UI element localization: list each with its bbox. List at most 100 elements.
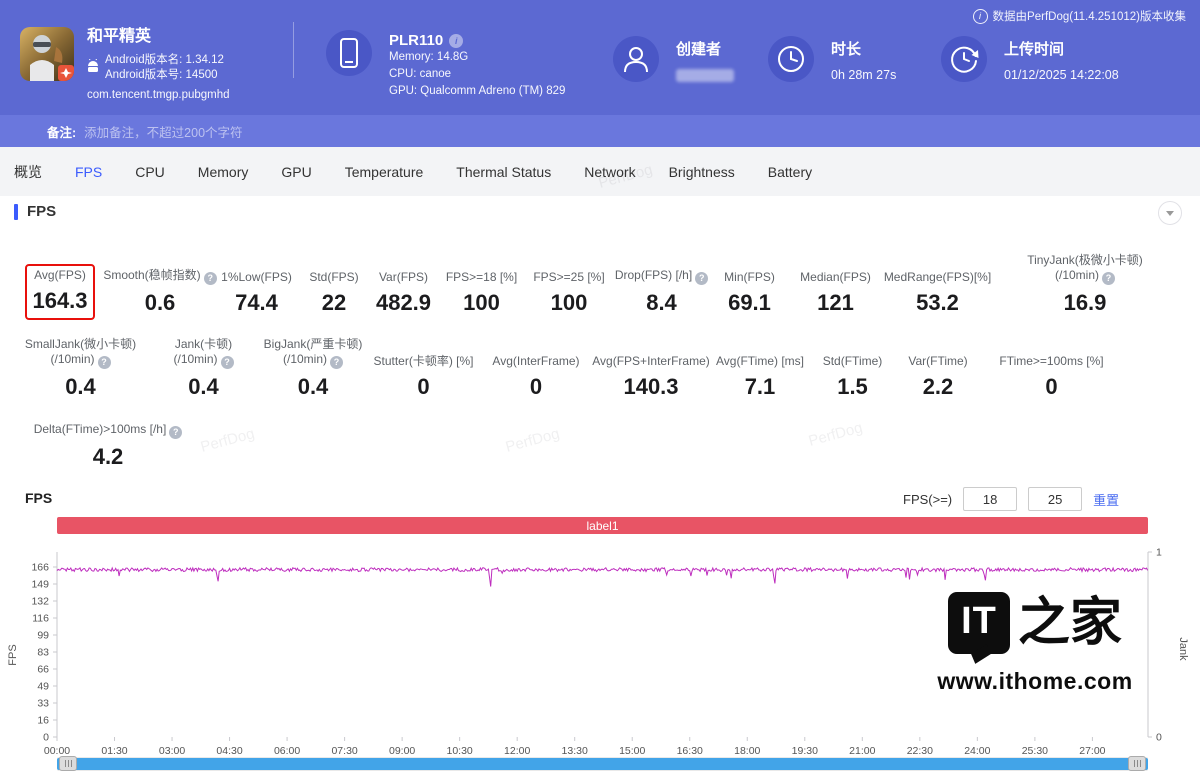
svg-text:16: 16 <box>37 715 49 727</box>
creator-label: 创建者 <box>676 38 721 59</box>
perfdog-watermark: PerfDog <box>807 419 865 450</box>
help-icon[interactable]: ? <box>695 272 708 285</box>
grip-icon <box>1134 760 1141 767</box>
device-info-icon[interactable]: i <box>449 34 463 48</box>
stat-value: 1.5 <box>837 372 868 402</box>
stat-label: Drop(FPS) [/h]? <box>615 268 708 285</box>
svg-text:24:00: 24:00 <box>964 745 990 757</box>
stat-label: Avg(FTime) [ms] <box>716 354 804 369</box>
fps-filter: FPS(>=) 重置 <box>903 487 1119 511</box>
device-model: PLR110 <box>389 32 443 49</box>
scrollbar-right-handle[interactable] <box>1128 756 1146 771</box>
tab-gpu[interactable]: GPU <box>281 164 311 180</box>
fps-threshold-input-1[interactable] <box>963 487 1017 511</box>
help-icon[interactable]: ? <box>330 356 343 369</box>
svg-text:18:00: 18:00 <box>734 745 760 757</box>
upload-time-label: 上传时间 <box>1004 38 1064 59</box>
svg-text:1: 1 <box>1156 547 1162 559</box>
duration-label: 时长 <box>831 38 861 59</box>
tab-thermal-status[interactable]: Thermal Status <box>456 164 551 180</box>
stat-value: 482.9 <box>376 288 431 318</box>
stat-label: Stutter(卡顿率) [%] <box>373 354 473 369</box>
device-memory: Memory: 14.8G <box>389 49 565 66</box>
user-icon <box>613 36 659 82</box>
fps-filter-label: FPS(>=) <box>903 492 952 507</box>
stat-label: SmallJank(微小卡顿) <box>25 337 136 352</box>
stat-value: 8.4 <box>646 288 677 318</box>
help-icon[interactable]: ? <box>221 356 234 369</box>
stat-label: (/10min)? <box>173 352 233 369</box>
svg-text:FPS: FPS <box>7 644 19 665</box>
stat-fps>=18-%-: FPS>=18 [%]100 <box>440 268 523 320</box>
help-icon[interactable]: ? <box>1102 272 1115 285</box>
stat-label: (/10min)? <box>1027 268 1143 285</box>
svg-text:04:30: 04:30 <box>216 745 242 757</box>
stat-label: Avg(FPS+InterFrame) <box>592 354 709 369</box>
ithome-logo-cn: 之家 <box>1018 597 1122 649</box>
stat-avg-interframe-: Avg(InterFrame) 0 <box>479 352 593 404</box>
svg-text:13:30: 13:30 <box>562 745 588 757</box>
stat-value: 0.4 <box>298 372 329 402</box>
stat-value: 0 <box>530 372 542 402</box>
stat-medrange-fps-%-: MedRange(FPS)[%]53.2 <box>880 268 995 320</box>
stat-label: Delta(FTime)>100ms [/h]? <box>34 422 183 439</box>
collapse-section-button[interactable] <box>1158 201 1182 225</box>
fps-threshold-input-2[interactable] <box>1028 487 1082 511</box>
svg-text:116: 116 <box>32 613 49 625</box>
stat-bigjank-: BigJank(严重卡顿)(/10min)? 0.4 <box>258 335 368 404</box>
collect-info: i 数据由PerfDog(11.4.251012)版本收集 <box>973 8 1186 24</box>
stat-label: FPS>=25 [%] <box>533 270 604 285</box>
svg-text:166: 166 <box>31 562 49 574</box>
stat-label: Min(FPS) <box>724 270 775 285</box>
section-header: FPS <box>14 203 56 220</box>
svg-text:0: 0 <box>1156 732 1162 744</box>
help-icon[interactable]: ? <box>169 426 182 439</box>
history-icon <box>941 36 987 82</box>
device-block: PLR110 i Memory: 14.8G CPU: canoe GPU: Q… <box>326 30 565 100</box>
tab-memory[interactable]: Memory <box>198 164 249 180</box>
svg-text:15:00: 15:00 <box>619 745 645 757</box>
perfdog-report-page: i 数据由PerfDog(11.4.251012)版本收集 和平精英 <box>0 0 1200 774</box>
duration-block: 时长 0h 28m 27s <box>768 36 896 82</box>
svg-text:16:30: 16:30 <box>677 745 703 757</box>
tab-battery[interactable]: Battery <box>768 164 812 180</box>
help-icon[interactable]: ? <box>98 356 111 369</box>
scrollbar-left-handle[interactable] <box>59 756 77 771</box>
svg-text:Jank: Jank <box>1177 637 1189 661</box>
stat-tinyjank-: TinyJank(极微小卡顿)(/10min)?16.9 <box>995 251 1175 320</box>
tab-概览[interactable]: 概览 <box>14 162 42 182</box>
tab-network[interactable]: Network <box>584 164 635 180</box>
tab-temperature[interactable]: Temperature <box>345 164 424 180</box>
stat-value: 100 <box>463 288 500 318</box>
stat-label: (/10min)? <box>264 352 363 369</box>
tab-brightness[interactable]: Brightness <box>669 164 735 180</box>
stat-label: Var(FPS) <box>379 270 428 285</box>
grip-icon <box>65 760 72 767</box>
tab-fps[interactable]: FPS <box>75 164 102 180</box>
scrollbar-track[interactable] <box>57 758 1148 770</box>
section-accent-bar <box>14 204 18 220</box>
svg-text:19:30: 19:30 <box>792 745 818 757</box>
game-app-icon <box>20 27 74 81</box>
svg-text:22:30: 22:30 <box>907 745 933 757</box>
svg-text:99: 99 <box>37 630 49 642</box>
note-label: 备注: <box>47 122 76 141</box>
stat-min-fps-: Min(FPS)69.1 <box>708 268 791 320</box>
stat-value: 0.4 <box>188 372 219 402</box>
stat-value: 53.2 <box>916 288 959 318</box>
ithome-logo: IT <box>948 592 1010 654</box>
reset-link[interactable]: 重置 <box>1093 490 1119 509</box>
svg-text:0: 0 <box>43 732 49 744</box>
stat-label: BigJank(严重卡顿) <box>264 337 363 352</box>
stat-avg-fps-interframe-: Avg(FPS+InterFrame)140.3 <box>593 352 709 404</box>
stat-label: Avg(InterFrame) <box>492 354 579 369</box>
stat-fps>=25-%-: FPS>=25 [%]100 <box>523 268 615 320</box>
stat-std-fps-: Std(FPS)22 <box>301 268 367 320</box>
stat-label: Std(FPS) <box>309 270 358 285</box>
svg-text:21:00: 21:00 <box>849 745 875 757</box>
stat-smalljank-: SmallJank(微小卡顿)(/10min)?0.4 <box>12 335 149 404</box>
tab-cpu[interactable]: CPU <box>135 164 165 180</box>
note-input[interactable]: 备注: 添加备注，不超过200个字符 <box>0 115 1200 147</box>
svg-text:27:00: 27:00 <box>1079 745 1105 757</box>
device-gpu: GPU: Qualcomm Adreno (TM) 829 <box>389 83 565 100</box>
